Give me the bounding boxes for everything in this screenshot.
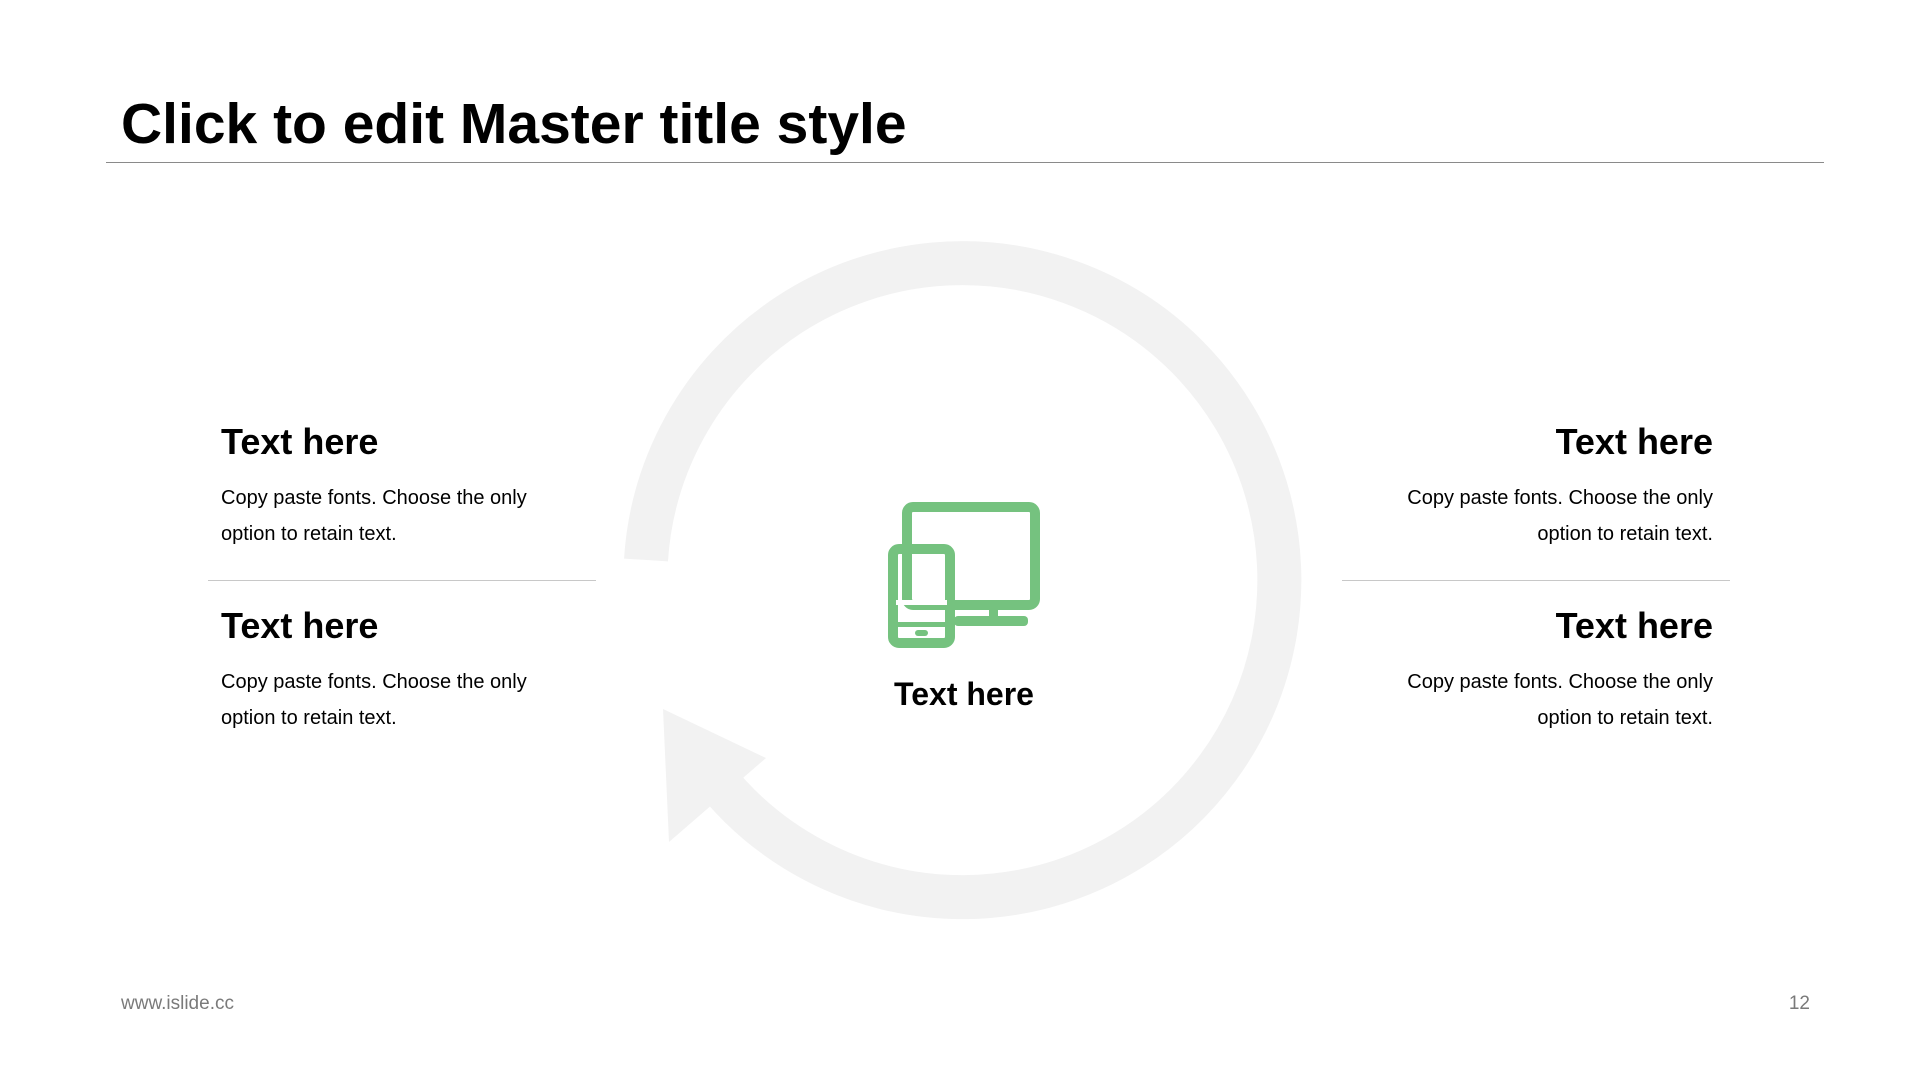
block-body[interactable]: Copy paste fonts. Choose the only option… — [1293, 664, 1713, 736]
block-body-line: option to retain text. — [221, 707, 397, 729]
text-block-bottom-right: Text here Copy paste fonts. Choose the o… — [1293, 604, 1713, 736]
block-heading[interactable]: Text here — [221, 604, 641, 648]
block-body-line: option to retain text. — [1537, 707, 1713, 729]
block-body-line: Copy paste fonts. Choose the only — [221, 671, 527, 693]
text-block-top-left: Text here Copy paste fonts. Choose the o… — [221, 420, 641, 552]
block-body-line: Copy paste fonts. Choose the only — [1407, 487, 1713, 509]
block-body-line: Copy paste fonts. Choose the only — [221, 487, 527, 509]
block-body[interactable]: Copy paste fonts. Choose the only option… — [221, 664, 641, 736]
text-block-top-right: Text here Copy paste fonts. Choose the o… — [1293, 420, 1713, 552]
center-label[interactable]: Text here — [864, 672, 1064, 716]
block-body-line: option to retain text. — [221, 523, 397, 545]
block-body-line: option to retain text. — [1537, 523, 1713, 545]
text-block-bottom-left: Text here Copy paste fonts. Choose the o… — [221, 604, 641, 736]
block-body-line: Copy paste fonts. Choose the only — [1407, 671, 1713, 693]
devices-icon — [888, 502, 1040, 648]
right-divider — [1342, 580, 1730, 581]
block-heading[interactable]: Text here — [221, 420, 641, 464]
block-heading[interactable]: Text here — [1293, 420, 1713, 464]
page-number: 12 — [1788, 993, 1810, 1014]
slide: Click to edit Master title style Text he… — [0, 0, 1920, 1080]
block-body[interactable]: Copy paste fonts. Choose the only option… — [221, 480, 641, 552]
footer-url: www.islide.cc — [121, 993, 234, 1014]
block-heading[interactable]: Text here — [1293, 604, 1713, 648]
block-body[interactable]: Copy paste fonts. Choose the only option… — [1293, 480, 1713, 552]
left-divider — [208, 580, 596, 581]
